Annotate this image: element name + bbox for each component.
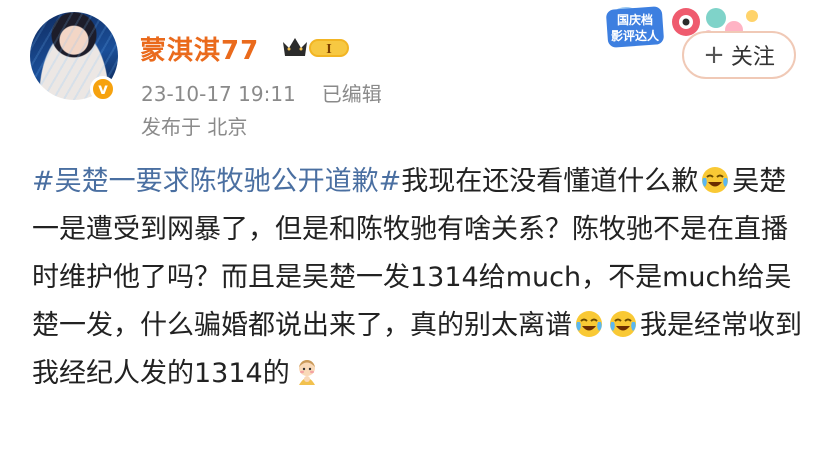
- laugh-cry-emoji-icon: [610, 311, 636, 337]
- edited-label[interactable]: 已编辑: [322, 82, 382, 106]
- event-badge-line1: 国庆档: [617, 12, 653, 27]
- post-content: #吴楚一要求陈牧驰公开道歉#我现在还没看懂道什么歉 吴楚一是遭受到网暴了，但是和陈…: [32, 158, 812, 398]
- post-text-segment-1: 我现在还没看懂道什么歉: [401, 166, 699, 197]
- follow-label: 关注: [730, 45, 775, 70]
- hashtag-link[interactable]: #吴楚一要求陈牧驰公开道歉#: [32, 166, 401, 197]
- laugh-cry-emoji-icon: [702, 167, 729, 193]
- plus-icon: +: [703, 40, 725, 70]
- verified-badge-icon: v: [90, 76, 116, 102]
- shy-child-emoji-icon: [298, 360, 315, 385]
- follow-button[interactable]: + 关注: [682, 31, 796, 79]
- member-level-icon[interactable]: I: [281, 34, 353, 60]
- event-badge-line2: 影评达人: [611, 28, 660, 43]
- post-location: 发布于 北京: [141, 115, 248, 139]
- level-text: I: [326, 42, 331, 57]
- username[interactable]: 蒙淇淇77: [140, 30, 259, 67]
- post-timestamp: 23-10-17 19:11: [141, 82, 296, 106]
- laugh-cry-emoji-icon: [576, 311, 602, 337]
- post-meta: 23-10-17 19:11 已编辑: [141, 78, 382, 107]
